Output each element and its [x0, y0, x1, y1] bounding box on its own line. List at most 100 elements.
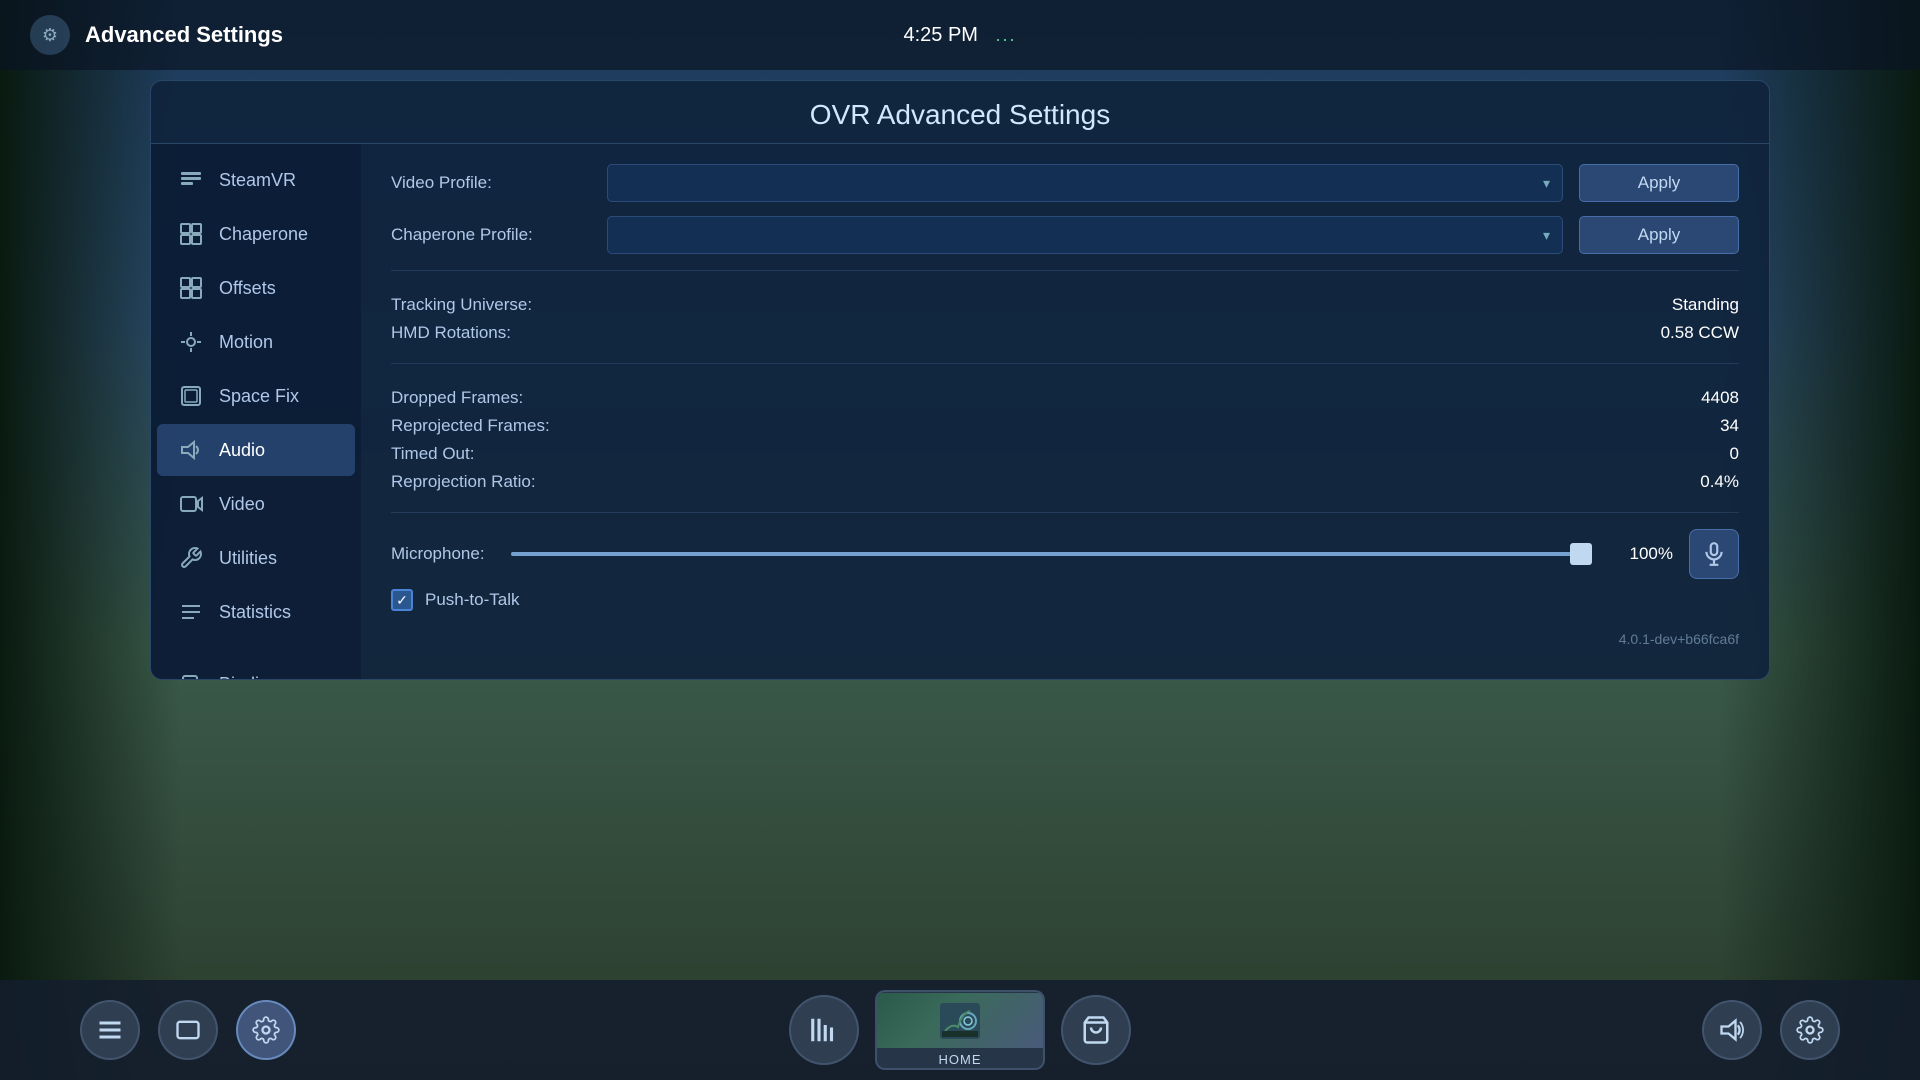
sidebar-label-spacefix: Space Fix [219, 386, 299, 407]
sidebar-label-statistics: Statistics [219, 602, 291, 623]
library-button[interactable] [789, 995, 859, 1065]
taskbar: HOME [0, 980, 1920, 1080]
tracking-universe-label: Tracking Universe: [391, 295, 532, 315]
home-button[interactable]: HOME [875, 990, 1045, 1070]
sidebar-item-video[interactable]: Video [157, 478, 355, 530]
sidebar-item-bindings[interactable]: Bindings [157, 658, 355, 679]
statistics-icon [177, 598, 205, 626]
microphone-row: Microphone: 100% [391, 529, 1739, 579]
status-dots: ... [996, 25, 1017, 45]
video-apply-button[interactable]: Apply [1579, 164, 1739, 202]
video-icon [177, 490, 205, 518]
audio-icon [177, 436, 205, 464]
chaperone-profile-arrow: ▾ [1543, 227, 1550, 244]
steamvr-icon [177, 166, 205, 194]
window-button[interactable] [158, 1000, 218, 1060]
sidebar-item-audio[interactable]: Audio [157, 424, 355, 476]
microphone-slider[interactable] [511, 550, 1592, 558]
chaperone-profile-select[interactable]: ▾ [607, 216, 1563, 254]
separator-3 [391, 512, 1739, 513]
volume-button[interactable] [1702, 1000, 1762, 1060]
reprojection-ratio-label: Reprojection Ratio: [391, 472, 536, 492]
home-label: HOME [939, 1052, 982, 1067]
reprojected-frames-row: Reprojected Frames: 34 [391, 412, 1739, 440]
utilities-icon [177, 544, 205, 572]
taskbar-center: HOME [789, 990, 1131, 1070]
sidebar-item-utilities[interactable]: Utilities [157, 532, 355, 584]
sidebar-item-statistics[interactable]: Statistics [157, 586, 355, 638]
version-text: 4.0.1-dev+b66fca6f [391, 631, 1739, 647]
sidebar-label-audio: Audio [219, 440, 265, 461]
main-panel: OVR Advanced Settings SteamVR Chaperone [150, 80, 1770, 680]
microphone-percent: 100% [1618, 544, 1673, 564]
reprojected-frames-label: Reprojected Frames: [391, 416, 550, 436]
app-icon: ⚙ [30, 15, 70, 55]
timed-out-label: Timed Out: [391, 444, 474, 464]
sidebar-label-utilities: Utilities [219, 548, 277, 569]
chaperone-icon [177, 220, 205, 248]
gear-taskbar-button[interactable] [236, 1000, 296, 1060]
push-to-talk-row: ✓ Push-to-Talk [391, 589, 1739, 611]
video-profile-select[interactable]: ▾ [607, 164, 1563, 202]
separator-1 [391, 270, 1739, 271]
panel-body: SteamVR Chaperone Offsets Motion [151, 144, 1769, 679]
microphone-button[interactable] [1689, 529, 1739, 579]
tracking-universe-value: Standing [1672, 295, 1739, 315]
home-thumbnail [877, 993, 1043, 1048]
info-section: Tracking Universe: Standing HMD Rotation… [391, 291, 1739, 347]
sidebar-item-motion[interactable]: Motion [157, 316, 355, 368]
sidebar-item-steamvr[interactable]: SteamVR [157, 154, 355, 206]
panel-header: OVR Advanced Settings [151, 81, 1769, 144]
hmd-rotations-value: 0.58 CCW [1661, 323, 1739, 343]
sidebar-label-chaperone: Chaperone [219, 224, 308, 245]
sidebar-label-video: Video [219, 494, 265, 515]
timed-out-row: Timed Out: 0 [391, 440, 1739, 468]
sidebar: SteamVR Chaperone Offsets Motion [151, 144, 361, 679]
sidebar-item-chaperone[interactable]: Chaperone [157, 208, 355, 260]
spacefix-icon [177, 382, 205, 410]
menu-button[interactable] [80, 1000, 140, 1060]
microphone-label: Microphone: [391, 544, 485, 564]
dropped-frames-value: 4408 [1701, 388, 1739, 408]
offsets-icon [177, 274, 205, 302]
settings-taskbar-button[interactable] [1780, 1000, 1840, 1060]
top-bar-time: 4:25 PM ... [903, 24, 1016, 47]
chaperone-profile-row: Chaperone Profile: ▾ Apply [391, 216, 1739, 254]
sidebar-label-bindings: Bindings [219, 674, 288, 680]
motion-icon [177, 328, 205, 356]
taskbar-left [80, 1000, 296, 1060]
time-display: 4:25 PM [903, 24, 977, 46]
push-to-talk-checkbox[interactable]: ✓ [391, 589, 413, 611]
reprojection-ratio-row: Reprojection Ratio: 0.4% [391, 468, 1739, 496]
app-title: Advanced Settings [85, 22, 283, 48]
sidebar-label-offsets: Offsets [219, 278, 276, 299]
tracking-universe-row: Tracking Universe: Standing [391, 291, 1739, 319]
sidebar-label-motion: Motion [219, 332, 273, 353]
sidebar-label-steamvr: SteamVR [219, 170, 296, 191]
cart-button[interactable] [1061, 995, 1131, 1065]
dropped-frames-label: Dropped Frames: [391, 388, 523, 408]
sidebar-item-offsets[interactable]: Offsets [157, 262, 355, 314]
frames-section: Dropped Frames: 4408 Reprojected Frames:… [391, 384, 1739, 496]
chaperone-apply-button[interactable]: Apply [1579, 216, 1739, 254]
dropped-frames-row: Dropped Frames: 4408 [391, 384, 1739, 412]
sidebar-item-spacefix[interactable]: Space Fix [157, 370, 355, 422]
video-profile-row: Video Profile: ▾ Apply [391, 164, 1739, 202]
slider-thumb[interactable] [1570, 543, 1592, 565]
push-to-talk-label: Push-to-Talk [425, 590, 519, 610]
timed-out-value: 0 [1730, 444, 1739, 464]
reprojection-ratio-value: 0.4% [1700, 472, 1739, 492]
hmd-rotations-row: HMD Rotations: 0.58 CCW [391, 319, 1739, 347]
slider-fill [511, 552, 1592, 556]
hmd-rotations-label: HMD Rotations: [391, 323, 511, 343]
content-area: Video Profile: ▾ Apply Chaperone Profile… [361, 144, 1769, 679]
separator-2 [391, 363, 1739, 364]
chaperone-profile-label: Chaperone Profile: [391, 225, 591, 245]
top-bar: ⚙ Advanced Settings 4:25 PM ... [0, 0, 1920, 70]
panel-title: OVR Advanced Settings [181, 99, 1739, 131]
video-profile-arrow: ▾ [1543, 175, 1550, 192]
slider-track [511, 552, 1592, 556]
video-profile-label: Video Profile: [391, 173, 591, 193]
reprojected-frames-value: 34 [1720, 416, 1739, 436]
taskbar-right [1702, 1000, 1840, 1060]
